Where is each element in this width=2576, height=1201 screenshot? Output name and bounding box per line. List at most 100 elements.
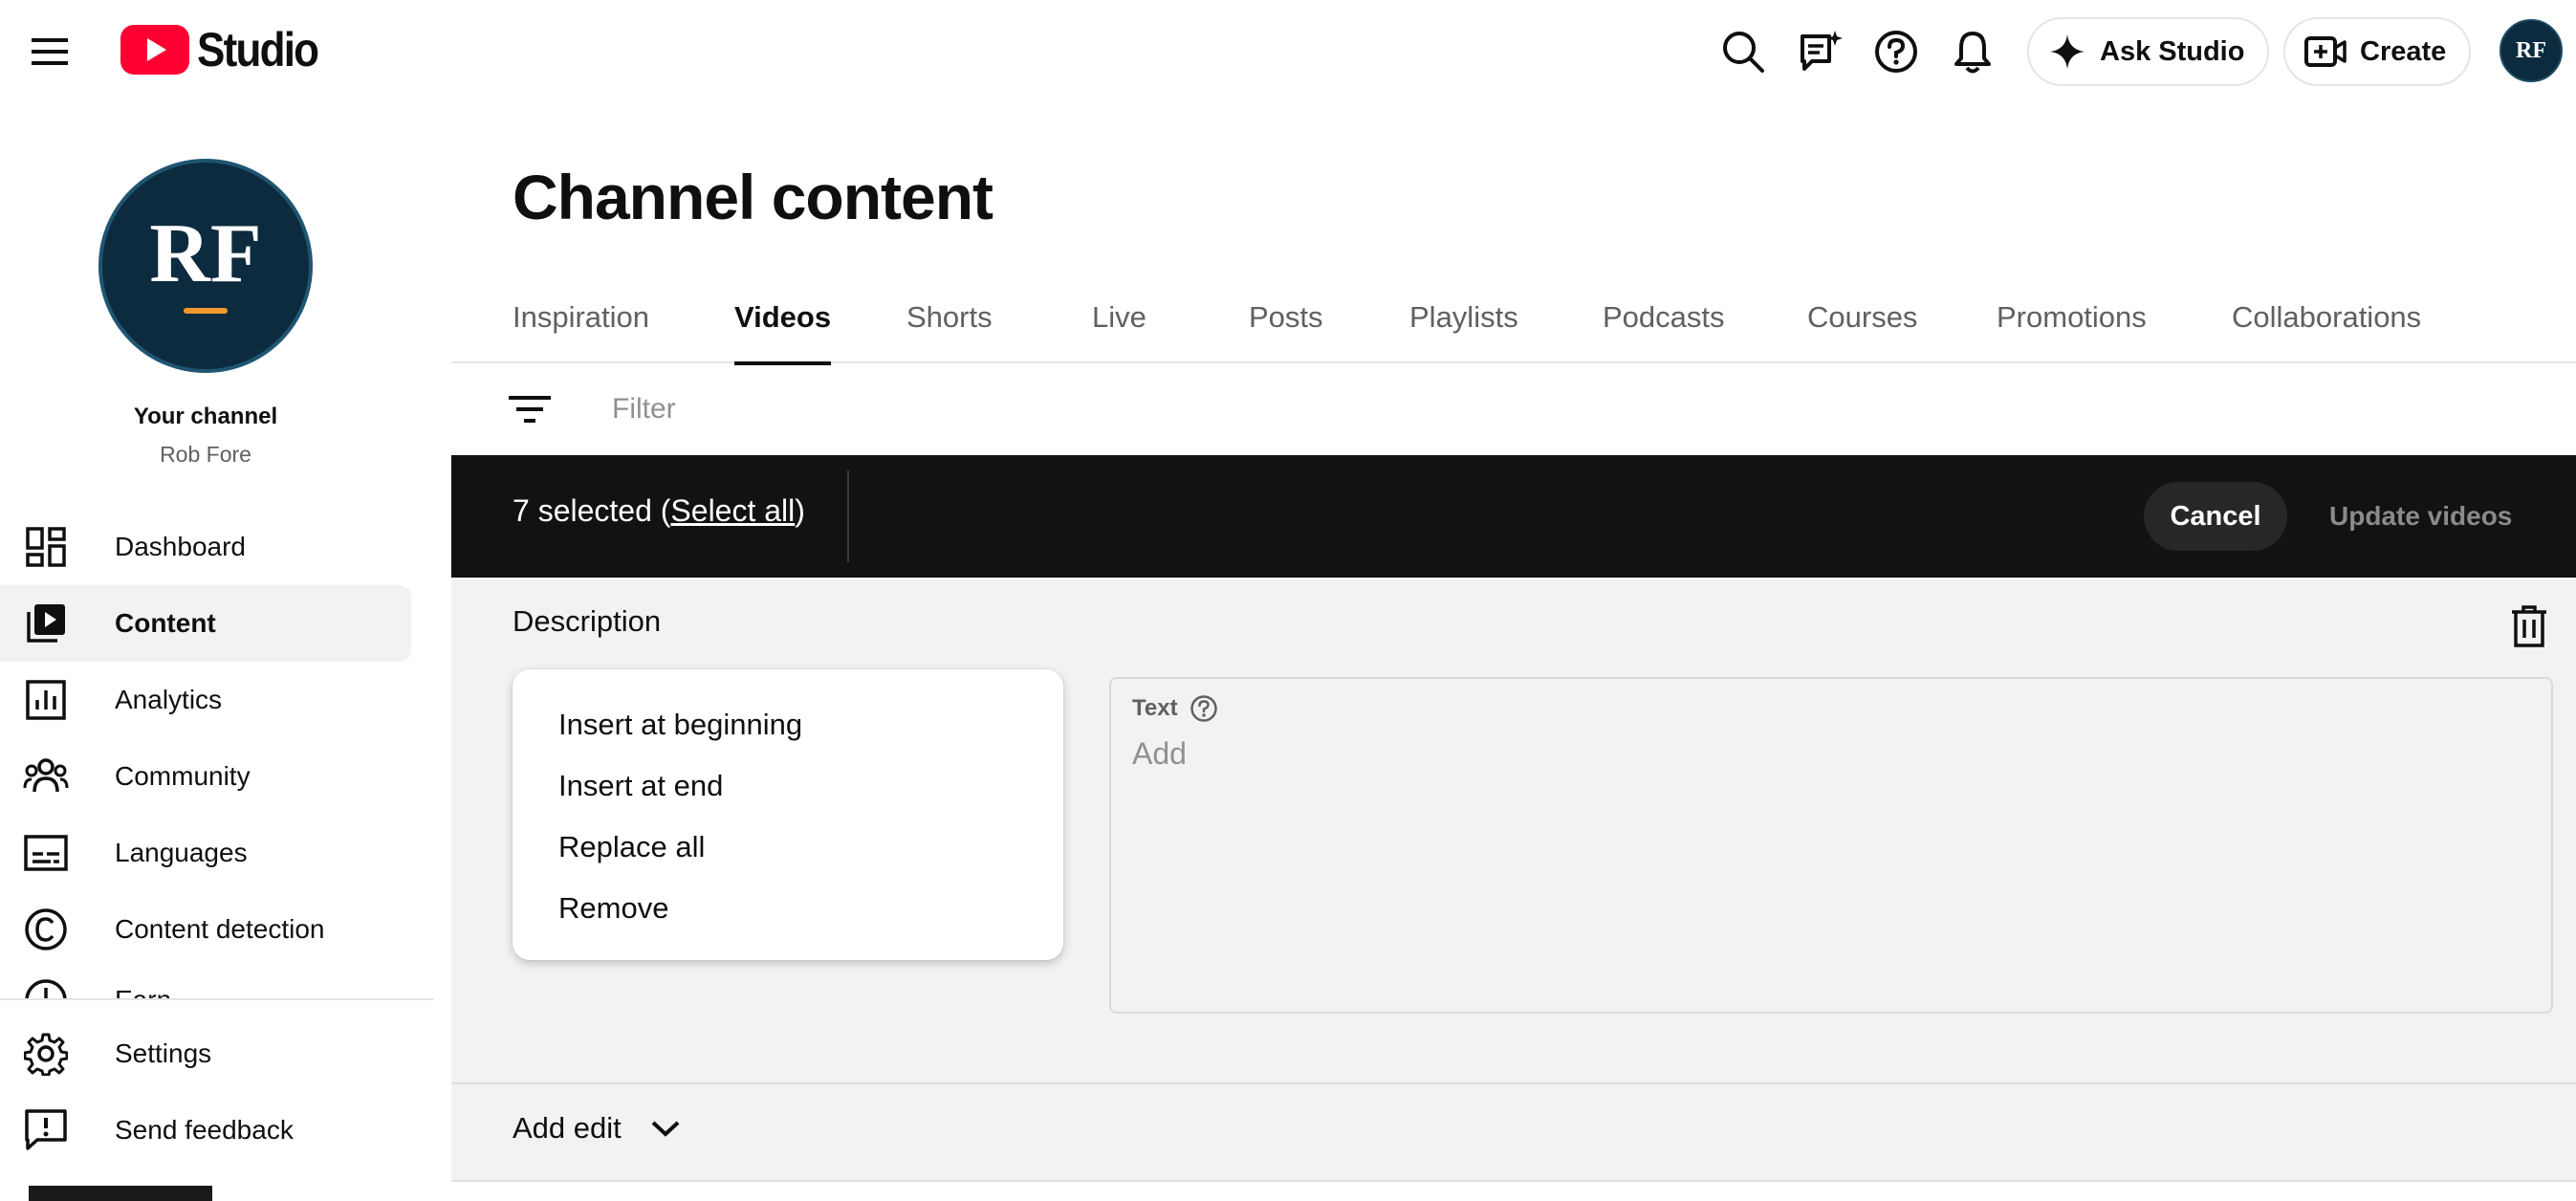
youtube-logo-icon	[120, 25, 189, 75]
filter-bar	[451, 363, 2576, 455]
sidebar-divider	[0, 998, 434, 1000]
sidebar-item-earn[interactable]: Earn	[0, 962, 411, 998]
video-thumbnail-peek	[29, 1186, 212, 1201]
tab-podcasts[interactable]: Podcasts	[1603, 283, 1725, 363]
create-label: Create	[2360, 35, 2447, 67]
filter-input[interactable]	[612, 386, 1377, 432]
analytics-icon	[23, 677, 69, 723]
ask-studio-button[interactable]: Ask Studio	[2027, 17, 2270, 86]
tab-live[interactable]: Live	[1092, 283, 1146, 363]
update-videos-button[interactable]: Update videos	[2329, 482, 2512, 551]
feedback-icon	[23, 1107, 69, 1153]
add-edit-row: Add edit	[451, 1084, 2576, 1180]
add-edit-label: Add edit	[513, 1111, 622, 1145]
help-icon	[1875, 31, 1917, 73]
menu-item-replace-all[interactable]: Replace all	[558, 824, 1017, 870]
content-tabs: Inspiration Videos Shorts Live Posts Pla…	[451, 283, 2576, 365]
channel-name: Rob Fore	[160, 442, 251, 467]
sidebar-item-settings[interactable]: Settings	[0, 1015, 411, 1092]
community-icon	[23, 753, 69, 799]
channel-avatar[interactable]: RF	[98, 159, 313, 373]
studio-logo-text: Studio	[197, 23, 319, 76]
help-button[interactable]	[1870, 26, 1922, 77]
sidebar-item-label: Languages	[115, 838, 248, 867]
gear-icon	[23, 1031, 69, 1077]
your-channel-label: Your channel	[133, 404, 278, 429]
tab-posts[interactable]: Posts	[1249, 283, 1323, 363]
description-text-field[interactable]: Text	[1109, 677, 2553, 1014]
sidebar-item-label: Settings	[115, 1038, 212, 1068]
channel-avatar-accent	[184, 308, 228, 314]
sidebar-item-community[interactable]: Community	[0, 738, 411, 815]
selection-count-text: 7 selected (	[513, 493, 671, 528]
edit-mode-menu: Insert at beginning Insert at end Replac…	[513, 669, 1063, 960]
selection-close-paren: )	[795, 493, 805, 528]
tab-collaborations[interactable]: Collaborations	[2232, 283, 2421, 363]
sidebar-item-label: Dashboard	[115, 532, 246, 561]
sidebar-item-label: Content detection	[115, 914, 325, 944]
sparkle-icon	[2050, 34, 2085, 69]
sidebar-item-languages[interactable]: Languages	[0, 815, 411, 891]
hamburger-menu-button[interactable]	[21, 25, 78, 78]
sidebar-item-earn-clipped[interactable]: Earn	[0, 962, 434, 998]
description-text-input[interactable]	[1132, 731, 2471, 776]
selection-bar: 7 selected (Select all) Cancel Update vi…	[451, 455, 2576, 578]
tab-courses[interactable]: Courses	[1807, 283, 1917, 363]
search-button[interactable]	[1717, 26, 1769, 77]
edit-field-label: Description	[513, 604, 662, 638]
video-list-peek	[451, 1180, 2576, 1201]
top-bar: Studio Ask Studio Create RF	[0, 0, 2576, 101]
filter-button[interactable]	[505, 384, 555, 434]
tab-inspiration[interactable]: Inspiration	[513, 283, 649, 363]
sidebar-item-label: Content	[115, 608, 216, 638]
tab-promotions[interactable]: Promotions	[1997, 283, 2147, 363]
text-label: Text	[1132, 695, 1178, 721]
menu-icon	[32, 38, 68, 65]
sidebar-item-content-detection[interactable]: Content detection	[0, 891, 411, 968]
tab-shorts[interactable]: Shorts	[906, 283, 993, 363]
select-all-link[interactable]: Select all	[670, 493, 795, 528]
tab-videos[interactable]: Videos	[734, 283, 832, 365]
account-avatar[interactable]: RF	[2500, 19, 2563, 82]
sidebar-item-analytics[interactable]: Analytics	[0, 662, 411, 738]
selection-divider	[847, 470, 849, 562]
add-edit-button[interactable]: Add edit	[513, 1111, 681, 1146]
sidebar-item-send-feedback[interactable]: Send feedback	[0, 1092, 411, 1168]
channel-avatar-initials: RF	[149, 207, 262, 300]
sidebar-item-label: Earn	[115, 985, 171, 998]
bell-icon	[1954, 32, 1991, 74]
cancel-button[interactable]: Cancel	[2144, 482, 2287, 551]
ask-studio-label: Ask Studio	[2100, 35, 2245, 67]
avatar-initials: RF	[2516, 37, 2546, 63]
notifications-button[interactable]	[1947, 26, 1998, 77]
creator-chat-button[interactable]	[1794, 26, 1845, 77]
studio-logo[interactable]: Studio	[120, 21, 335, 78]
menu-item-insert-at-beginning[interactable]: Insert at beginning	[558, 702, 1017, 748]
sidebar-item-label: Analytics	[115, 685, 223, 714]
main-content: Channel content Inspiration Videos Short…	[451, 101, 2576, 1201]
sidebar-item-dashboard[interactable]: Dashboard	[0, 509, 411, 585]
menu-item-remove[interactable]: Remove	[558, 885, 1017, 931]
delete-edit-button[interactable]	[2503, 600, 2555, 652]
subtitles-icon	[23, 830, 69, 876]
content-icon	[23, 600, 69, 646]
chat-sparkle-icon	[1801, 31, 1843, 71]
sidebar-item-label: Send feedback	[115, 1115, 294, 1145]
tab-playlists[interactable]: Playlists	[1409, 283, 1518, 363]
bulk-edit-panel: Description Insert at beginning Insert a…	[451, 578, 2576, 1082]
earn-icon	[23, 977, 69, 998]
create-video-icon	[2304, 36, 2347, 67]
text-field-label: Text	[1132, 694, 1218, 723]
page-title: Channel content	[513, 162, 993, 232]
sidebar-item-label: Community	[115, 761, 251, 791]
help-icon[interactable]	[1190, 694, 1218, 723]
create-button[interactable]: Create	[2283, 17, 2472, 86]
sidebar-item-content[interactable]: Content	[0, 585, 411, 662]
search-icon	[1723, 32, 1764, 73]
sidebar: RF Your channel Rob Fore Dashboard Conte…	[0, 101, 451, 1201]
menu-item-insert-at-end[interactable]: Insert at end	[558, 763, 1017, 809]
copyright-icon	[23, 906, 69, 952]
trash-icon	[2512, 605, 2546, 647]
chevron-down-icon	[651, 1121, 680, 1137]
dashboard-icon	[23, 524, 69, 570]
